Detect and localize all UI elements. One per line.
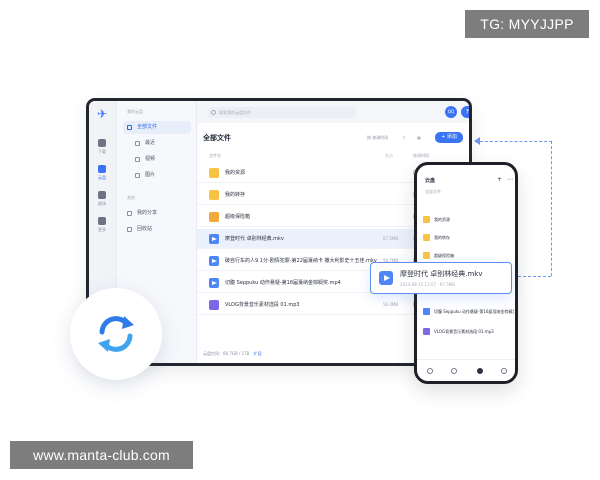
music-file-icon (423, 328, 430, 335)
folder-icon (423, 252, 430, 259)
mobile-tab-all[interactable]: 全部文件 (425, 189, 441, 195)
view-toggle-icon[interactable]: ▦ (417, 135, 421, 140)
share-icon (127, 211, 132, 216)
file-name: 破自行车的人9.1分-剧情犯罪-第22届戛纳卡 撒大利影史十五佳.mkv (225, 258, 377, 264)
list-item[interactable]: VLOG背景音乐素材选段 01.mp3 (423, 325, 515, 339)
folder-icon (209, 190, 219, 200)
more-icon[interactable]: ⋯ (507, 176, 513, 183)
download-icon (98, 139, 106, 147)
clock-icon (135, 141, 140, 146)
file-name: 切腹 Seppuku 动作悬疑-第16届戛纳金棕榈奖.mp4 (225, 280, 341, 286)
rail-item-cloud[interactable]: 云盘 (91, 165, 113, 181)
safe-icon (209, 212, 219, 222)
vip-button[interactable]: 开通会员 (461, 106, 469, 118)
sidebar-item-share[interactable]: 我的分享 (123, 207, 191, 220)
top-bar: 搜索我的云盘文件 QQ 开通会员 (197, 101, 469, 123)
add-button[interactable]: + 添加 (435, 132, 463, 143)
video-file-icon (379, 271, 393, 285)
nav-play-icon[interactable] (451, 368, 457, 374)
dragged-file-card[interactable]: 摩登时代 卓别林经典.mkv 2023-08-15 12:07 · 67.5MB (370, 262, 512, 294)
sync-icon (98, 316, 134, 352)
list-item[interactable]: 我的转存 (423, 231, 515, 245)
sidebar-item-images[interactable]: 图片 (131, 169, 191, 182)
column-header-size[interactable]: 大小 (385, 153, 393, 159)
marketing-illustration: TG: MYYJJPP www.manta-club.com ✈ 下载 云盘 剧… (0, 0, 600, 480)
app-logo-icon: ✈ (96, 107, 108, 121)
column-header-time[interactable]: 修改时间 (413, 153, 429, 159)
sync-connector-right (551, 141, 552, 276)
video-file-icon (209, 234, 219, 244)
file-name: 摩登时代 卓别林经典.mkv (225, 236, 284, 242)
storage-usage: 云盘空间：66.7GB / 1TB (203, 351, 250, 356)
search-icon (211, 110, 216, 115)
mobile-bottom-nav (417, 359, 515, 381)
grid-icon (98, 217, 106, 225)
arrow-left-icon (474, 137, 480, 145)
video-file-icon (209, 256, 219, 266)
sidebar-item-video[interactable]: 视频 (131, 153, 191, 166)
nav-cloud-icon[interactable] (477, 368, 483, 374)
sidebar-section-other: 其他 (127, 195, 135, 200)
sync-connector-top (480, 141, 552, 142)
search-input[interactable]: 搜索我的云盘文件 (207, 107, 357, 118)
avatar[interactable]: QQ (445, 106, 457, 118)
play-icon (135, 157, 140, 162)
file-meta: 2023-08-15 12:07 · 67.5MB (400, 282, 455, 287)
file-name: 摩登时代 卓别林经典.mkv (400, 270, 483, 278)
file-name: 我的转存 (225, 192, 246, 198)
add-icon[interactable]: + (497, 176, 502, 183)
rail-item-more[interactable]: 更多 (91, 217, 113, 233)
file-name: VLOG背景音乐素材选段 01.mp3 (225, 302, 300, 308)
file-name: 我的资源 (225, 170, 246, 176)
mobile-title: 云盘 (425, 178, 436, 184)
folder-icon (423, 216, 430, 223)
folder-icon (423, 234, 430, 241)
theater-icon (98, 191, 106, 199)
storage-info: 云盘空间：66.7GB / 1TB 扩容 (203, 351, 262, 357)
list-item[interactable]: 超级保险箱 (423, 249, 515, 263)
expand-storage-link[interactable]: 扩容 (254, 351, 262, 356)
image-icon (135, 173, 140, 178)
upload-icon[interactable]: ⇪ (402, 135, 405, 140)
folder-icon (127, 125, 132, 130)
list-item[interactable]: 我的资源 (423, 213, 515, 227)
nav-home-icon[interactable] (427, 368, 433, 374)
folder-icon (209, 168, 219, 178)
list-item[interactable]: 切腹 Seppuku 动作悬疑-第16届戛纳金棕榈奖.mp4 (423, 305, 515, 319)
file-size: 56.0MB (383, 302, 399, 307)
watermark-bottom: www.manta-club.com (10, 441, 193, 469)
cloud-icon (98, 165, 106, 173)
sync-badge (70, 288, 162, 380)
sort-dropdown[interactable]: 按 修改时间 (367, 135, 388, 141)
file-size: 67.5MB (383, 236, 399, 241)
page-title: 全部文件 (203, 134, 231, 142)
rail-item-theater[interactable]: 剧场 (91, 191, 113, 207)
file-name: 超级保险箱 (225, 214, 251, 220)
sidebar-item-trash[interactable]: 回收站 (123, 223, 191, 236)
rail-item-download[interactable]: 下载 (91, 139, 113, 155)
music-file-icon (209, 300, 219, 310)
watermark-top: TG: MYYJJPP (465, 10, 589, 38)
nav-profile-icon[interactable] (501, 368, 507, 374)
sync-connector-bottom (513, 276, 551, 277)
sidebar-item-recent[interactable]: 最近 (131, 137, 191, 150)
sidebar-item-all-files[interactable]: 全部文件 (123, 121, 191, 134)
sidebar-section-title: 我的云盘 (127, 109, 143, 114)
trash-icon (127, 227, 132, 232)
video-file-icon (209, 278, 219, 288)
column-header-name[interactable]: 文件名 (209, 153, 221, 159)
video-file-icon (423, 308, 430, 315)
